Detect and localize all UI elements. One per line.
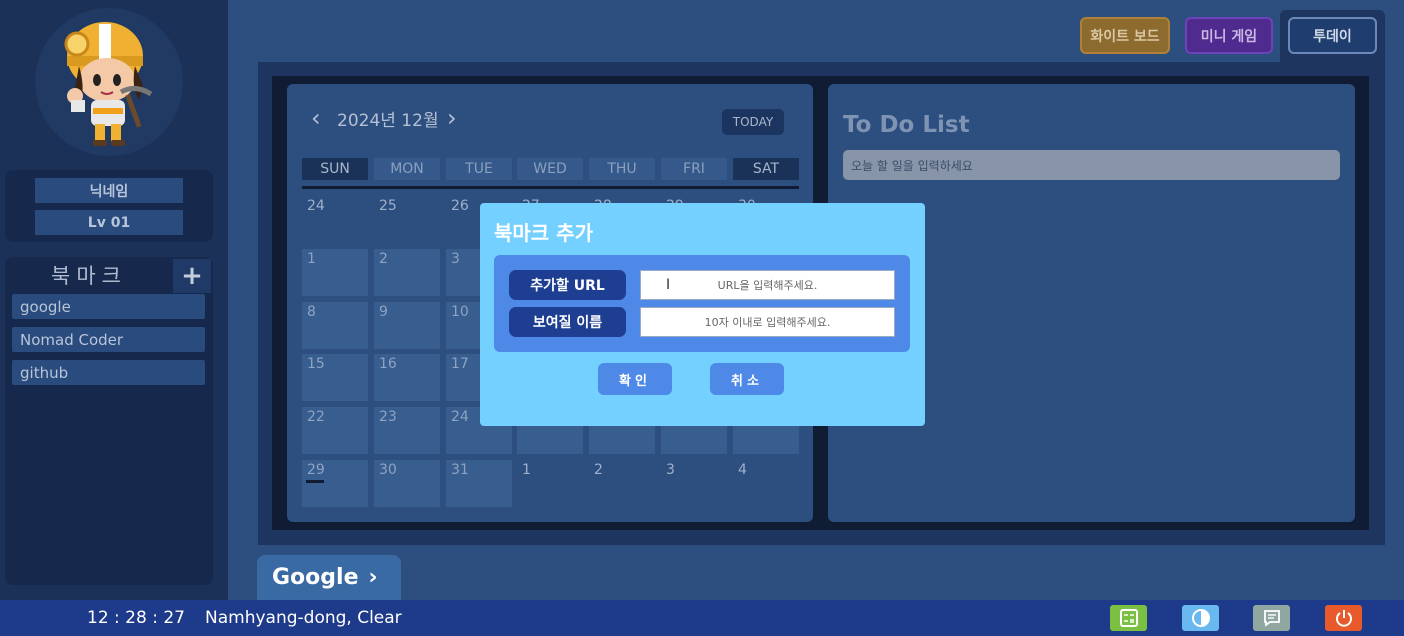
status-bar: 12 : 28 : 27 Namhyang-dong, Clear bbox=[0, 600, 1404, 636]
weekday-header: TUE bbox=[446, 158, 512, 180]
bookmark-item[interactable]: google bbox=[12, 294, 205, 319]
today-marker bbox=[306, 480, 324, 483]
url-placeholder: URL을 입력해주세요. bbox=[717, 279, 818, 292]
tab-whiteboard[interactable]: 화이트 보드 bbox=[1080, 17, 1170, 54]
level: Lv 01 bbox=[35, 210, 183, 235]
calculator-icon bbox=[1119, 609, 1138, 627]
modal-form: 추가할 URL I URL을 입력해주세요. 보여질 이름 10자 이내로 입력… bbox=[494, 255, 910, 352]
calendar-day-number: 16 bbox=[379, 356, 397, 372]
calendar-day-number: 1 bbox=[307, 251, 316, 267]
calendar-day-number: 31 bbox=[451, 462, 469, 478]
calendar-day-number: 9 bbox=[379, 304, 388, 320]
calendar-day-number: 24 bbox=[451, 409, 469, 425]
today-button[interactable]: TODAY bbox=[722, 109, 784, 135]
chat-icon bbox=[1263, 610, 1280, 627]
calendar-day-number: 24 bbox=[307, 198, 325, 214]
name-placeholder: 10자 이내로 입력해주세요. bbox=[704, 316, 831, 329]
nickname: 닉네임 bbox=[35, 178, 183, 203]
calendar-day-number: 1 bbox=[522, 462, 531, 478]
bookmark-title: 북마크 bbox=[51, 264, 127, 288]
calendar-day-number: 17 bbox=[451, 356, 469, 372]
calendar-day-number: 30 bbox=[379, 462, 397, 478]
name-label: 보여질 이름 bbox=[509, 307, 626, 337]
weather-location: Namhyang-dong, Clear bbox=[205, 608, 402, 628]
calendar-day-number: 3 bbox=[666, 462, 675, 478]
url-input[interactable]: I URL을 입력해주세요. bbox=[640, 270, 895, 300]
modal-title: 북마크 추가 bbox=[494, 221, 593, 245]
prev-month-button[interactable]: ‹ bbox=[311, 104, 321, 132]
weekday-header: THU bbox=[589, 158, 655, 180]
miner-character-icon bbox=[64, 22, 153, 146]
search-engine-label: Google bbox=[272, 565, 359, 590]
tab-minigame[interactable]: 미니 게임 bbox=[1185, 17, 1273, 54]
calendar-day-number: 25 bbox=[379, 198, 397, 214]
calendar-day-number: 26 bbox=[451, 198, 469, 214]
weekday-header: FRI bbox=[661, 158, 727, 180]
weekday-header: SAT bbox=[733, 158, 799, 180]
theme-toggle-button[interactable] bbox=[1182, 605, 1219, 631]
calendar-day-number: 15 bbox=[307, 356, 325, 372]
todo-title: To Do List bbox=[843, 112, 970, 138]
calendar-day-number: 8 bbox=[307, 304, 316, 320]
calendar-day-number: 29 bbox=[307, 462, 325, 478]
calendar-day-number: 22 bbox=[307, 409, 325, 425]
calendar-day-number: 2 bbox=[594, 462, 603, 478]
text-cursor-icon: I bbox=[666, 277, 671, 293]
todo-input[interactable]: 오늘 할 일을 입력하세요 bbox=[843, 150, 1340, 180]
confirm-button[interactable]: 확인 bbox=[598, 363, 672, 395]
power-button[interactable] bbox=[1325, 605, 1362, 631]
weekday-header: MON bbox=[374, 158, 440, 180]
url-label: 추가할 URL bbox=[509, 270, 626, 300]
clock: 12 : 28 : 27 bbox=[87, 608, 185, 628]
next-month-button[interactable]: › bbox=[447, 104, 457, 132]
google-search-tab[interactable]: Google › bbox=[257, 555, 401, 600]
bookmark-item[interactable]: Nomad Coder bbox=[12, 327, 205, 352]
sidebar: 닉네임 Lv 01 북마크 + google Nomad Coder githu… bbox=[0, 0, 228, 600]
add-bookmark-modal: 북마크 추가 추가할 URL I URL을 입력해주세요. 보여질 이름 10자… bbox=[480, 203, 925, 426]
calculator-button[interactable] bbox=[1110, 605, 1147, 631]
cancel-button[interactable]: 취소 bbox=[710, 363, 784, 395]
bookmark-panel: 북마크 + google Nomad Coder github bbox=[5, 257, 213, 585]
name-input[interactable]: 10자 이내로 입력해주세요. bbox=[640, 307, 895, 337]
calendar-day-number: 10 bbox=[451, 304, 469, 320]
calendar-day-number: 3 bbox=[451, 251, 460, 267]
weekday-header: SUN bbox=[302, 158, 368, 180]
chevron-right-icon: › bbox=[368, 565, 378, 590]
weekday-header: WED bbox=[517, 158, 583, 180]
calendar-day-number: 2 bbox=[379, 251, 388, 267]
chat-button[interactable] bbox=[1253, 605, 1290, 631]
add-bookmark-button[interactable]: + bbox=[173, 259, 211, 293]
calendar-divider bbox=[302, 186, 799, 189]
profile-box: 닉네임 Lv 01 bbox=[5, 170, 213, 242]
tab-today[interactable]: 투데이 bbox=[1288, 17, 1377, 54]
calendar-day-number: 4 bbox=[738, 462, 747, 478]
calendar-month-title: 2024년 12월 bbox=[337, 111, 439, 131]
power-icon bbox=[1335, 610, 1352, 627]
theme-toggle-icon bbox=[1191, 609, 1210, 627]
bookmark-item[interactable]: github bbox=[12, 360, 205, 385]
calendar-day-number: 23 bbox=[379, 409, 397, 425]
avatar[interactable] bbox=[35, 8, 183, 156]
